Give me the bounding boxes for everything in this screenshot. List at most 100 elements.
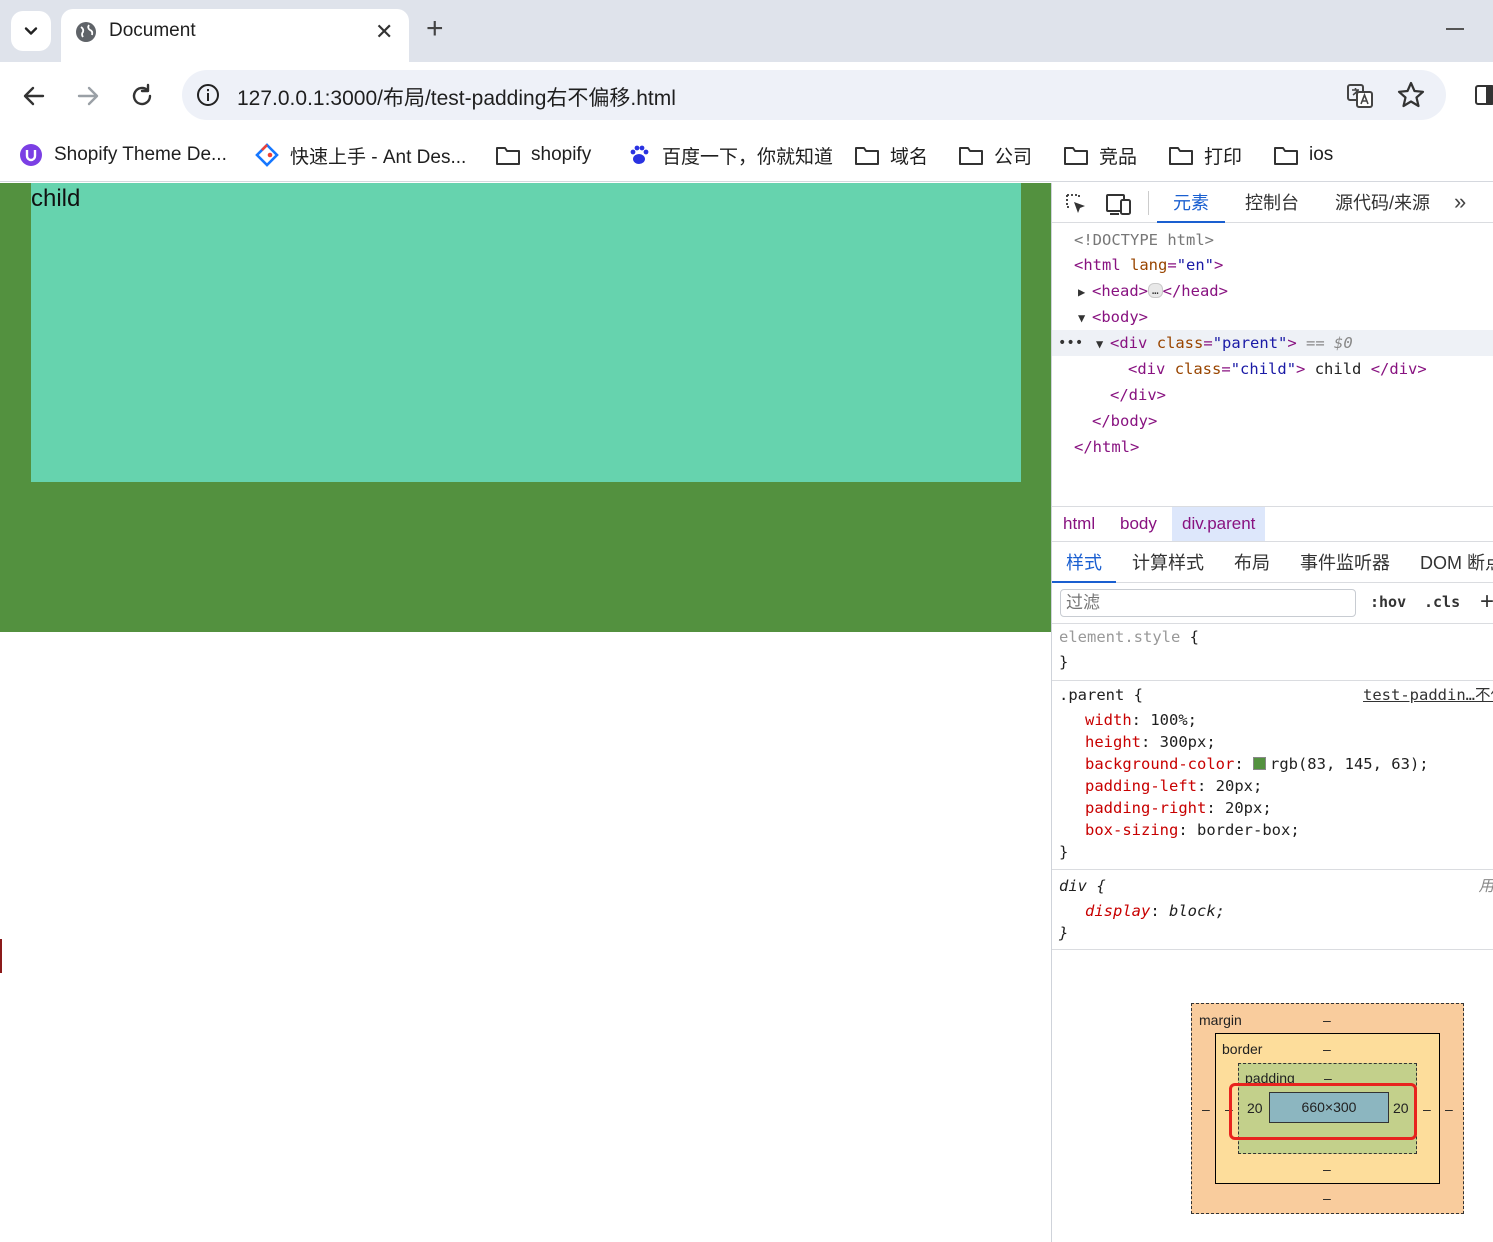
user-agent-label: 用	[1478, 877, 1493, 895]
tab-layout[interactable]: 布局	[1234, 543, 1270, 583]
close-icon[interactable]: ✕	[375, 19, 393, 45]
css-prop-padding-left[interactable]: padding-left: 20px;	[1085, 775, 1262, 797]
url-text[interactable]: 127.0.0.1:3000/布局/test-padding右不偏移.html	[237, 82, 676, 112]
css-prop-background-color[interactable]: background-color: rgb(83, 145, 63);	[1085, 753, 1429, 775]
bookmark-folder-company[interactable]: 公司	[958, 140, 1032, 170]
bookmark-ant-design[interactable]: 快速上手 - Ant Des...	[254, 140, 466, 170]
close-tag: </div>	[1370, 360, 1427, 378]
dom-div-close[interactable]: </div>	[1052, 382, 1493, 408]
attr-value: "en"	[1176, 256, 1215, 274]
rule-user-agent-div: div { 用 display: block; }	[1052, 871, 1493, 950]
ellipsis-icon[interactable]: …	[1148, 283, 1163, 298]
dom-div-parent[interactable]: ••• ▼ <div class="parent"> == $0	[1052, 330, 1493, 356]
css-prop-display[interactable]: display: block;	[1085, 900, 1225, 922]
border-right-value[interactable]: –	[1423, 1101, 1431, 1117]
body-open-tag: <body>	[1092, 308, 1148, 326]
bookmark-folder-ios[interactable]: ios	[1273, 140, 1333, 170]
color-swatch[interactable]	[1252, 757, 1266, 770]
device-toolbar-icon[interactable]	[1106, 192, 1132, 216]
rule-selector-line[interactable]: element.style {	[1059, 626, 1199, 648]
rule-selector-line[interactable]: div {	[1059, 875, 1106, 897]
devtools-panel: 元素 控制台 源代码/来源 » <!DOCTYPE html> <html la…	[1051, 183, 1493, 1242]
folder-icon	[1273, 143, 1299, 167]
bookmark-label: 百度一下，你就知道	[662, 146, 834, 168]
cls-toggle-button[interactable]: .cls	[1424, 593, 1460, 611]
address-bar[interactable]: 127.0.0.1:3000/布局/test-padding右不偏移.html	[182, 70, 1446, 120]
margin-right-value[interactable]: –	[1445, 1101, 1453, 1117]
collapse-arrow-icon[interactable]: ▼	[1078, 305, 1092, 331]
prop-value: 100%;	[1150, 711, 1198, 729]
border-bottom-value[interactable]: –	[1323, 1161, 1331, 1177]
styles-filter-row: :hov .cls +	[1052, 584, 1493, 624]
css-prop-height[interactable]: height: 300px;	[1085, 731, 1216, 753]
tab-styles[interactable]: 样式	[1052, 543, 1116, 583]
inspect-element-icon[interactable]	[1064, 192, 1088, 216]
head-close-tag: </head>	[1162, 282, 1228, 300]
margin-top-value[interactable]: –	[1323, 1012, 1331, 1028]
star-icon[interactable]	[1396, 80, 1426, 110]
hov-toggle-button[interactable]: :hov	[1370, 593, 1406, 611]
bookmark-folder-shopify[interactable]: shopify	[495, 140, 591, 170]
selected-marker: == $0	[1306, 334, 1353, 352]
breadcrumb-div-parent[interactable]: div.parent	[1172, 507, 1266, 541]
new-rule-button[interactable]: +	[1480, 588, 1493, 616]
dom-head[interactable]: ▶ <head>… </head>	[1052, 278, 1493, 304]
side-panel-icon[interactable]	[1474, 84, 1493, 106]
parent-div[interactable]: child	[0, 183, 1051, 632]
tab-dom-breakpoints[interactable]: DOM 断点	[1420, 543, 1493, 583]
child-div[interactable]: child	[31, 183, 1021, 482]
reload-icon[interactable]	[128, 82, 156, 110]
more-tabs-icon[interactable]: »	[1454, 189, 1466, 215]
rule-source-link[interactable]: test-paddin…不偏	[1363, 684, 1493, 706]
new-tab-icon[interactable]: +	[426, 14, 444, 44]
tab-sources[interactable]: 源代码/来源	[1335, 183, 1430, 223]
tab-search-button[interactable]	[11, 11, 51, 51]
node-text: child	[1305, 360, 1371, 378]
back-arrow-icon[interactable]	[20, 82, 48, 110]
css-prop-width[interactable]: width: 100%;	[1085, 709, 1197, 731]
rule-close: }	[1059, 924, 1069, 942]
breadcrumb-html[interactable]: html	[1053, 507, 1105, 541]
tab-console[interactable]: 控制台	[1245, 183, 1299, 223]
bookmark-baidu[interactable]: 百度一下，你就知道	[626, 140, 833, 170]
bookmark-label: Shopify Theme De...	[54, 144, 227, 165]
css-prop-padding-right[interactable]: padding-right: 20px;	[1085, 797, 1272, 819]
css-prop-box-sizing[interactable]: box-sizing: border-box;	[1085, 819, 1300, 841]
dom-body-open[interactable]: ▼ <body>	[1052, 304, 1493, 330]
forward-arrow-icon[interactable]	[74, 82, 102, 110]
breadcrumb-body[interactable]: body	[1110, 507, 1167, 541]
browser-tab[interactable]: Document ✕	[61, 9, 409, 62]
annotation-highlight	[1229, 1083, 1417, 1140]
chevron-down-icon	[24, 27, 38, 35]
rule-selector: element.style	[1059, 628, 1181, 646]
bookmarks-bar: Shopify Theme De... 快速上手 - Ant Des... sh…	[0, 130, 1493, 182]
margin-bottom-value[interactable]: –	[1323, 1190, 1331, 1206]
prop-name: width	[1085, 711, 1132, 729]
bookmark-shopify-theme[interactable]: Shopify Theme De...	[18, 140, 227, 170]
dom-div-child[interactable]: <div class="child"> child </div>	[1052, 356, 1493, 382]
collapse-arrow-icon[interactable]: ▼	[1096, 331, 1110, 357]
border-top-value[interactable]: –	[1323, 1041, 1331, 1057]
dom-body-close[interactable]: </body>	[1052, 408, 1493, 434]
tab-event-listeners[interactable]: 事件监听器	[1300, 543, 1390, 583]
minimize-icon[interactable]	[1446, 28, 1464, 30]
more-actions-icon[interactable]: •••	[1058, 330, 1083, 356]
translate-icon[interactable]	[1346, 82, 1374, 110]
styles-filter-input[interactable]	[1060, 589, 1356, 617]
tab-elements[interactable]: 元素	[1157, 183, 1225, 223]
dom-html-close[interactable]: </html>	[1052, 434, 1493, 460]
dom-html-open[interactable]: <html lang="en">	[1052, 252, 1493, 278]
margin-left-value[interactable]: –	[1202, 1101, 1210, 1117]
viewport-edge-mark	[0, 939, 2, 973]
rule-selector-line[interactable]: .parent {	[1059, 684, 1143, 706]
prop-value: 20px;	[1215, 777, 1263, 795]
dom-doctype[interactable]: <!DOCTYPE html>	[1052, 227, 1493, 253]
prop-name: box-sizing	[1085, 821, 1179, 839]
bookmark-folder-print[interactable]: 打印	[1168, 140, 1242, 170]
tab-computed[interactable]: 计算样式	[1132, 543, 1204, 583]
styles-subtabs: 样式 计算样式 布局 事件监听器 DOM 断点	[1052, 543, 1493, 583]
bookmark-folder-domain[interactable]: 域名	[854, 140, 928, 170]
info-icon[interactable]	[196, 83, 220, 107]
expand-arrow-icon[interactable]: ▶	[1078, 279, 1092, 305]
bookmark-folder-competitors[interactable]: 竞品	[1063, 140, 1137, 170]
